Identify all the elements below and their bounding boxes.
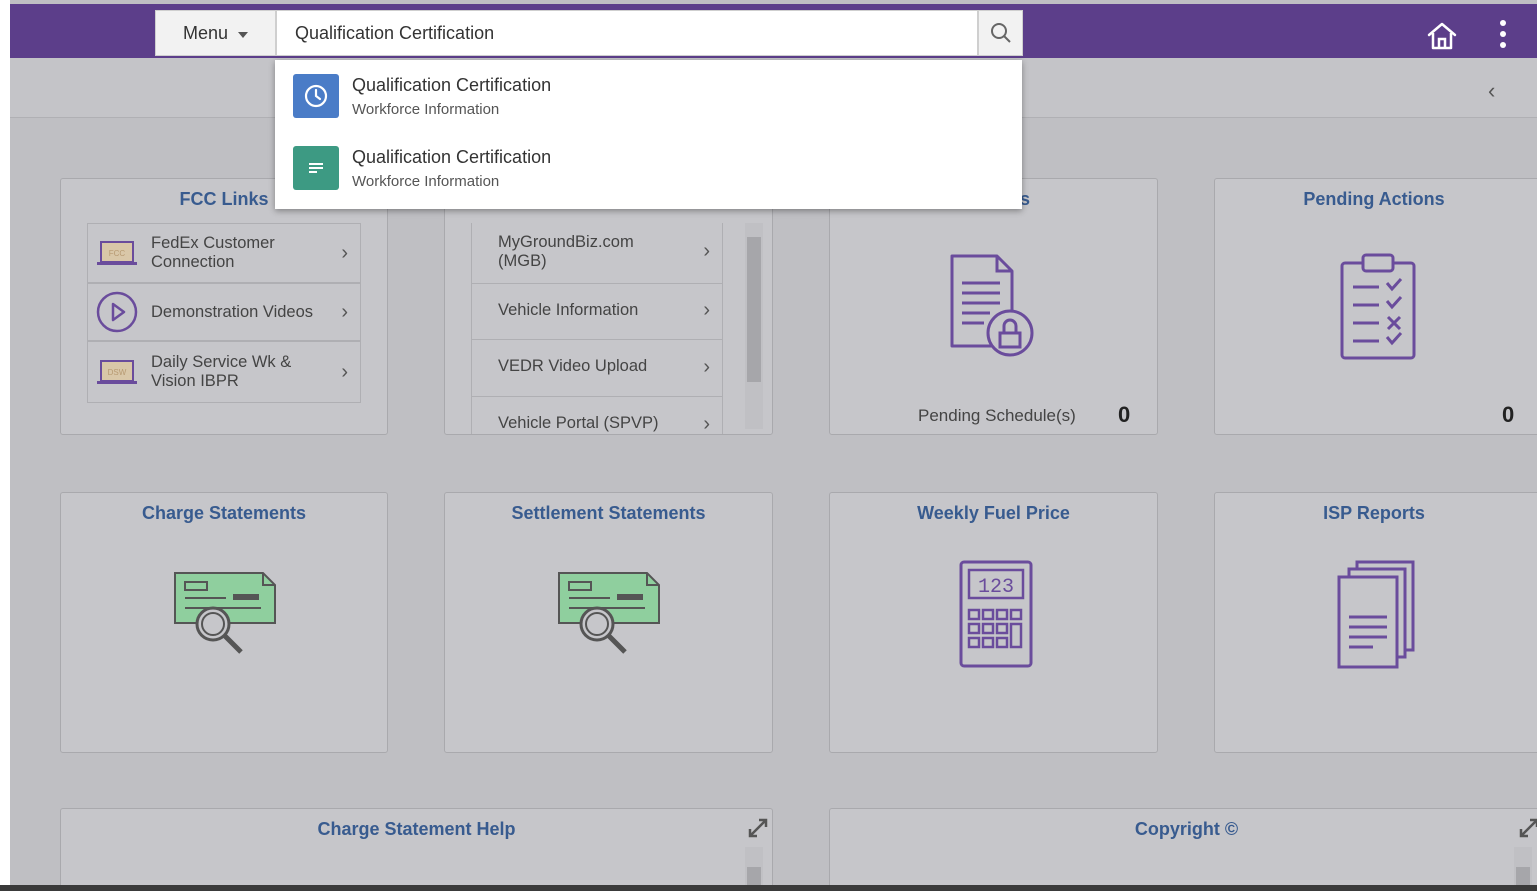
result-subtitle: Workforce Information xyxy=(352,173,500,190)
svg-text:123: 123 xyxy=(978,576,1014,599)
expand-icon[interactable] xyxy=(1518,817,1537,839)
link-label: VEDR Video Upload xyxy=(498,357,648,375)
bottom-edge xyxy=(0,885,1537,891)
link-fedex-customer-connection[interactable]: FCC FedEx Customer Connection › xyxy=(87,223,361,283)
tile-fcc-links: FCC Links FCC FedEx Customer Connection … xyxy=(60,178,388,435)
home-icon[interactable] xyxy=(1424,18,1460,54)
laptop-icon: FCC xyxy=(97,241,137,265)
checklist-clipboard-icon xyxy=(1340,253,1416,360)
tile-schedules[interactable]: es Pending Schedule(s) 0 xyxy=(829,178,1158,435)
svg-text:DSW: DSW xyxy=(108,368,127,377)
tile-title: Pending Actions xyxy=(1303,189,1445,209)
tile-title: Settlement Statements xyxy=(511,503,706,523)
chevron-right-icon: › xyxy=(703,299,710,321)
pending-schedules-label: Pending Schedule(s) xyxy=(918,406,1076,425)
document-icon xyxy=(293,146,339,190)
link-demonstration-videos[interactable]: Demonstration Videos › xyxy=(87,283,361,341)
scrollbar-thumb[interactable] xyxy=(747,237,761,382)
statement-search-icon xyxy=(558,572,660,654)
chevron-left-icon[interactable]: ‹ xyxy=(1488,78,1495,104)
tile-weekly-fuel-price[interactable]: Weekly Fuel Price 123 xyxy=(829,492,1158,753)
tile-title: Charge Statements xyxy=(141,503,307,523)
chevron-right-icon: › xyxy=(341,360,348,383)
more-vertical-icon[interactable] xyxy=(1496,18,1510,50)
caret-down-icon xyxy=(238,31,249,38)
search-result-item[interactable]: Qualification Certification Workforce In… xyxy=(275,60,1022,132)
search-result-item[interactable]: Qualification Certification Workforce In… xyxy=(275,132,1022,204)
link-vehicle-information[interactable]: Vehicle Information › xyxy=(472,284,722,340)
link-label: Vehicle Information xyxy=(498,301,639,319)
menu-label: Menu xyxy=(182,22,229,43)
chevron-right-icon: › xyxy=(703,240,710,262)
chevron-right-icon: › xyxy=(703,356,710,378)
expand-icon[interactable] xyxy=(747,817,769,839)
menu-button[interactable]: Menu xyxy=(155,10,276,56)
tile-charge-statement-help: Charge Statement Help xyxy=(60,808,773,891)
calculator-icon: 123 xyxy=(959,560,1033,668)
link-label: Daily Service Wk & Vision IBPR xyxy=(151,353,292,390)
tile-isp-reports[interactable]: ISP Reports xyxy=(1214,492,1537,753)
link-mygroundbiz[interactable]: MyGroundBiz.com (MGB) › xyxy=(472,223,722,284)
pending-schedules-count: 0 xyxy=(1118,402,1131,427)
tile-title: ISP Reports xyxy=(1323,503,1425,523)
pending-actions-count: 0 xyxy=(1502,402,1515,427)
search-button[interactable] xyxy=(978,10,1023,56)
tile-title: Weekly Fuel Price xyxy=(917,503,1070,523)
link-label: MyGroundBiz.com (MGB) xyxy=(498,233,634,270)
tile-charge-statements[interactable]: Charge Statements xyxy=(60,492,388,753)
search-input[interactable] xyxy=(276,10,978,56)
external-links-list: MyGroundBiz.com (MGB) › Vehicle Informat… xyxy=(471,223,723,435)
tile-settlement-statements[interactable]: Settlement Statements xyxy=(444,492,773,753)
chevron-right-icon: › xyxy=(341,241,348,264)
fcc-links-list: FCC FedEx Customer Connection › Demonstr… xyxy=(87,223,361,403)
link-vehicle-portal[interactable]: Vehicle Portal (SPVP) › xyxy=(472,397,722,435)
homepage-background: Menu ‹ FCC Links FCC xyxy=(10,0,1537,891)
result-title: Qualification Certification xyxy=(352,147,552,167)
top-navigation-bar: Menu xyxy=(10,4,1537,58)
link-label: Demonstration Videos xyxy=(151,302,314,321)
link-daily-service-wk-vision[interactable]: DSW Daily Service Wk & Vision IBPR › xyxy=(87,341,361,403)
tile-title: Copyright © xyxy=(1134,819,1239,839)
tile-pending-actions[interactable]: Pending Actions 0 xyxy=(1214,178,1537,435)
chevron-right-icon: › xyxy=(341,300,348,323)
link-vedr-video-upload[interactable]: VEDR Video Upload › xyxy=(472,340,722,397)
stacked-reports-icon xyxy=(1337,560,1415,669)
result-subtitle: Workforce Information xyxy=(352,101,500,118)
locked-document-icon xyxy=(950,254,1034,357)
link-label: FedEx Customer Connection xyxy=(151,234,275,271)
chevron-right-icon: › xyxy=(703,413,710,435)
scrollbar[interactable] xyxy=(745,223,763,429)
play-icon xyxy=(96,291,138,333)
svg-text:FCC: FCC xyxy=(109,249,126,258)
link-label: Vehicle Portal (SPVP) xyxy=(498,414,659,432)
statement-search-icon xyxy=(174,572,276,654)
search-suggestions-dropdown: Qualification Certification Workforce In… xyxy=(275,60,1022,209)
tile-title: Charge Statement Help xyxy=(317,819,516,839)
clock-icon xyxy=(293,74,339,118)
search-icon xyxy=(990,23,1011,43)
tile-copyright: Copyright © xyxy=(829,808,1537,891)
tile-external-links: MyGroundBiz.com (MGB) › Vehicle Informat… xyxy=(444,178,773,435)
result-title: Qualification Certification xyxy=(352,75,552,95)
laptop-icon: DSW xyxy=(97,360,137,384)
